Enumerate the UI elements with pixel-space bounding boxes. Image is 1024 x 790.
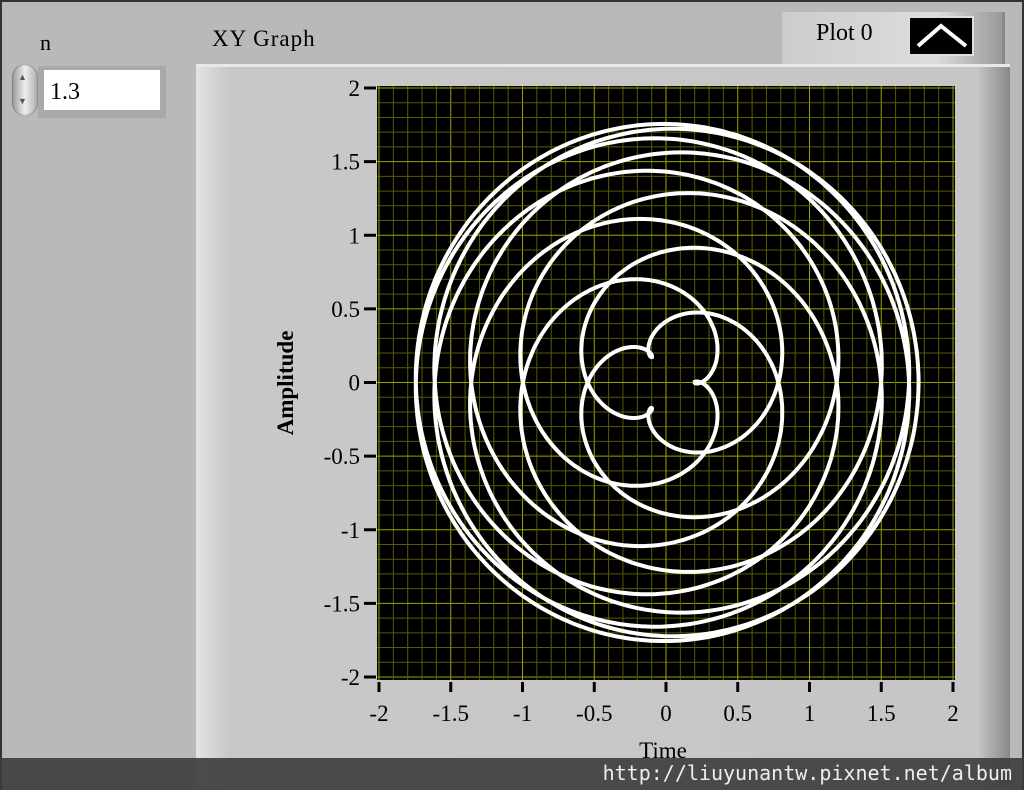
- y-tick-label: 2: [349, 76, 361, 101]
- x-tick-label: 0: [660, 701, 672, 726]
- watermark-bar: http://liuyunantw.pixnet.net/album: [0, 758, 1024, 790]
- x-tick-label: 0.5: [723, 701, 752, 726]
- y-tick-label: -2: [341, 665, 360, 690]
- y-tick-label: 1: [349, 223, 361, 248]
- xy-graph[interactable]: -2 -1.5 -1 -0.5 0 0.5 1 1.5 2 2 1.5 1 0.5 0 -0.5 -1 -1.5…: [0, 0, 1024, 790]
- y-tick-label: -1: [341, 518, 360, 543]
- x-tick-label: 1.5: [867, 701, 896, 726]
- y-tick-label: 0: [349, 371, 361, 396]
- x-tick-label: -2: [369, 701, 388, 726]
- watermark-text: http://liuyunantw.pixnet.net/album: [602, 761, 1012, 785]
- x-tick-label: -1.5: [433, 701, 469, 726]
- y-tick-label: 0.5: [331, 297, 360, 322]
- x-tick-label: -0.5: [576, 701, 612, 726]
- x-tick-label: 2: [947, 701, 959, 726]
- y-tick-label: -0.5: [324, 444, 360, 469]
- y-tick-label: 1.5: [331, 150, 360, 175]
- y-axis-label: Amplitude: [273, 331, 298, 436]
- x-tick-label: -1: [513, 701, 532, 726]
- y-tick-label: -1.5: [324, 591, 360, 616]
- x-tick-label: 1: [804, 701, 816, 726]
